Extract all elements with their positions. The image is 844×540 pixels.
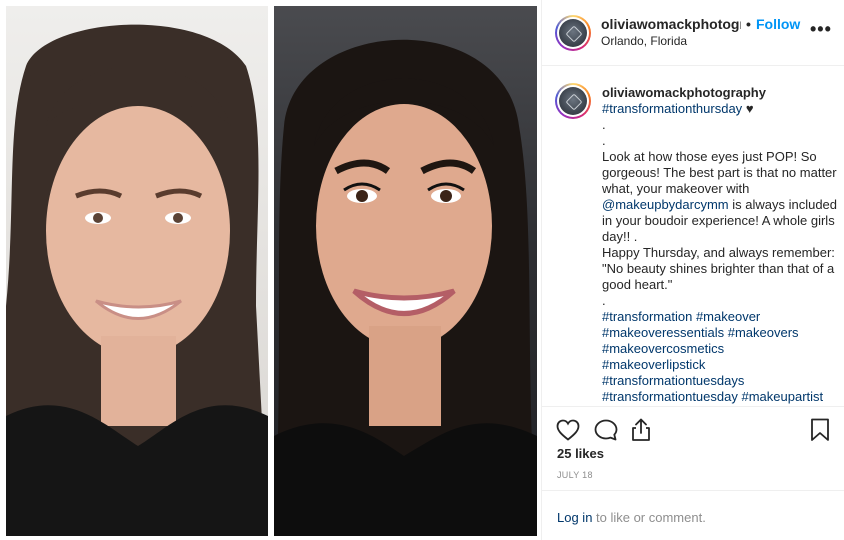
- instagram-post: oliviawomackphotograp • Follow Orlando, …: [0, 0, 844, 540]
- hashtag-link[interactable]: #makeoveressentials: [602, 325, 724, 340]
- bookmark-icon[interactable]: [810, 418, 830, 442]
- hashtag-link[interactable]: #makeovers: [728, 325, 799, 340]
- caption-logo-icon: [559, 87, 587, 115]
- heart-icon[interactable]: [556, 419, 580, 441]
- login-prompt-text: to like or comment.: [596, 510, 706, 525]
- caption-quote: Happy Thursday, and always remember: "No…: [602, 245, 835, 292]
- more-options-icon[interactable]: •••: [810, 20, 832, 38]
- hashtag-link[interactable]: #transformationtuesdays: [602, 373, 744, 388]
- caption-avatar[interactable]: [555, 83, 591, 119]
- hashtag-row: #makeovercosmetics: [602, 341, 838, 357]
- caption-area: oliviawomackphotography #transformationt…: [542, 66, 844, 406]
- hashtag-row: #makeoverlipstick: [602, 357, 838, 373]
- post-photo[interactable]: [0, 0, 541, 540]
- hashtag-link[interactable]: #makeupartist: [741, 389, 823, 404]
- caption-text: oliviawomackphotography #transformationt…: [602, 85, 838, 405]
- hashtag-link[interactable]: #transformationtuesday: [602, 389, 738, 404]
- separator-dot: •: [746, 16, 751, 32]
- caption-paragraph: Look at how those eyes just POP! So gorg…: [602, 149, 838, 245]
- location-link[interactable]: Orlando, Florida: [601, 34, 687, 48]
- hashtag-link[interactable]: #makeovercosmetics: [602, 341, 724, 356]
- post-header: oliviawomackphotograp • Follow Orlando, …: [542, 0, 844, 66]
- likes-count[interactable]: 25 likes: [557, 446, 604, 461]
- caption-line-1: #transformationthursday ♥: [602, 101, 838, 117]
- caption-username[interactable]: oliviawomackphotography: [602, 85, 838, 101]
- caption-dot: .: [602, 117, 606, 132]
- comment-icon[interactable]: [594, 419, 618, 441]
- header-username[interactable]: oliviawomackphotograp: [601, 16, 741, 32]
- action-bar: [542, 406, 844, 446]
- logo-icon: [559, 19, 587, 47]
- hashtag-link[interactable]: #transformationthursday: [602, 101, 742, 116]
- hashtag-row: #transformationtuesday #makeupartist: [602, 389, 838, 405]
- follow-button[interactable]: Follow: [756, 16, 800, 32]
- login-link[interactable]: Log in: [557, 510, 592, 525]
- hashtag-row: #transformation #makeover: [602, 309, 838, 325]
- hashtag-link[interactable]: #makeoverlipstick: [602, 357, 705, 372]
- hashtag-row: #transformationtuesdays: [602, 373, 838, 389]
- caption-dot: .: [602, 133, 606, 148]
- heart-emoji: ♥: [745, 101, 754, 116]
- hashtag-link[interactable]: #transformation: [602, 309, 692, 324]
- avatar[interactable]: [555, 15, 591, 51]
- before-photo: [6, 6, 268, 536]
- mention-link[interactable]: @makeupbydarcymm: [602, 197, 729, 212]
- share-icon[interactable]: [630, 418, 652, 442]
- caption-text-1: Look at how those eyes just POP! So gorg…: [602, 149, 837, 196]
- login-bar: Log in to like or comment.: [542, 490, 844, 540]
- post-date: JULY 18: [557, 470, 593, 480]
- after-photo: [274, 6, 537, 536]
- post-sidebar: oliviawomackphotograp • Follow Orlando, …: [541, 0, 844, 540]
- hashtag-link[interactable]: #makeover: [696, 309, 760, 324]
- hashtag-row: #makeoveressentials #makeovers: [602, 325, 838, 341]
- caption-dot: .: [602, 293, 606, 308]
